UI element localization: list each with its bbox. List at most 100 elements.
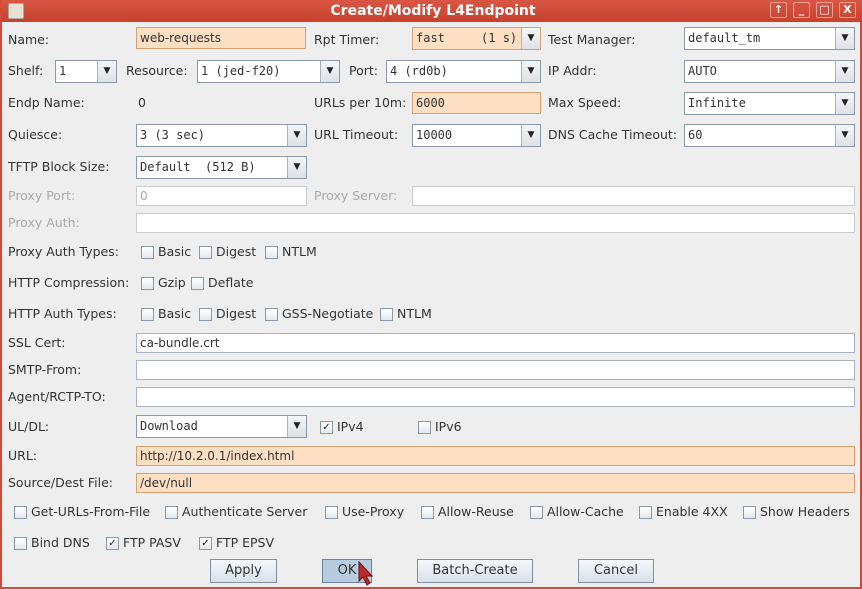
chevron-down-icon[interactable]: ▼ [835,93,854,114]
proxy-auth-ntlm-checkbox[interactable]: NTLM [265,243,317,261]
http-auth-ntlm-checkbox[interactable]: NTLM [380,305,432,323]
checkbox-icon [265,307,278,321]
check-icon: ✓ [106,536,119,550]
smtp-from-input[interactable] [136,360,855,380]
checkbox-label: Allow-Cache [547,504,624,519]
checkbox-label: Allow-Reuse [438,504,514,519]
chevron-down-icon[interactable]: ▼ [287,157,306,178]
proxy-auth-digest-checkbox[interactable]: Digest [199,243,256,261]
checkbox-label: Basic [158,244,192,259]
allow-reuse-checkbox[interactable]: Allow-Reuse [421,503,514,521]
proxy-auth-basic-checkbox[interactable]: Basic [141,243,191,261]
authenticate-server-checkbox[interactable]: Authenticate Server [165,503,307,521]
checkbox-icon [141,245,154,259]
proxy-auth-input[interactable] [136,213,855,233]
check-icon: ✓ [320,420,333,434]
chevron-down-icon[interactable]: ▼ [835,61,854,82]
ul-dl-value: Download [140,419,198,433]
tftp-block-size-select[interactable]: Default (512 B) ▼ [136,156,307,179]
checkbox-label: Digest [216,306,257,321]
checkbox-icon [639,505,652,519]
ip-addr-select[interactable]: AUTO ▼ [684,60,855,83]
http-auth-digest-checkbox[interactable]: Digest [199,305,256,323]
max-speed-select[interactable]: Infinite ▼ [684,92,855,115]
maximize-button[interactable]: □ [816,2,833,18]
ipv4-checkbox[interactable]: ✓ IPv4 [320,418,364,436]
chevron-down-icon[interactable]: ▼ [97,61,116,82]
checkbox-label: NTLM [397,306,432,321]
http-auth-basic-checkbox[interactable]: Basic [141,305,191,323]
resource-select[interactable]: 1 (jed-f20) ▼ [197,60,340,83]
urls-per-10m-input[interactable]: 6000 [412,92,541,114]
get-urls-from-file-checkbox[interactable]: Get-URLs-From-File [14,503,150,521]
mouse-cursor-icon [358,561,374,586]
allow-cache-checkbox[interactable]: Allow-Cache [530,503,624,521]
chevron-down-icon[interactable]: ▼ [521,125,540,146]
shelf-select[interactable]: 1 ▼ [55,60,117,83]
proxy-port-input[interactable]: 0 [136,186,307,206]
bind-dns-checkbox[interactable]: Bind DNS [14,534,90,552]
ftp-epsv-checkbox[interactable]: ✓ FTP EPSV [199,534,274,552]
show-headers-checkbox[interactable]: Show Headers [743,503,850,521]
checkbox-icon [141,276,154,290]
gzip-checkbox[interactable]: Gzip [141,274,186,292]
rpt-timer-select[interactable]: fast (1 s) ▼ [412,27,541,50]
checkbox-label: Authenticate Server [182,504,308,519]
keep-on-top-button[interactable]: ↑ [770,2,787,18]
apply-button[interactable]: Apply [210,559,277,583]
rpt-timer-label: Rpt Timer: [314,32,380,47]
tftp-block-size-label: TFTP Block Size: [8,159,110,174]
chevron-down-icon[interactable]: ▼ [835,28,854,49]
source-dest-file-input[interactable]: /dev/null [136,473,855,493]
checkbox-label: FTP PASV [123,535,181,550]
ip-addr-value: AUTO [688,64,717,78]
agent-rcpt-to-input[interactable] [136,387,855,407]
enable-4xx-checkbox[interactable]: Enable 4XX [639,503,728,521]
http-auth-gss-checkbox[interactable]: GSS-Negotiate [265,305,373,323]
checkbox-icon [418,420,431,434]
rpt-timer-value: fast (1 s) [416,31,518,45]
urls-per-10m-label: URLs per 10m: [314,95,407,110]
title-bar[interactable]: Create/Modify L4Endpoint ↑ _ □ X [2,0,862,22]
chevron-down-icon[interactable]: ▼ [521,28,540,49]
minimize-button[interactable]: _ [793,2,810,18]
quiesce-select[interactable]: 3 (3 sec) ▼ [136,124,307,147]
port-select[interactable]: 4 (rd0b) ▼ [386,60,541,83]
url-input[interactable]: http://10.2.0.1/index.html [136,446,855,466]
batch-create-button[interactable]: Batch-Create [417,559,533,583]
chevron-down-icon[interactable]: ▼ [320,61,339,82]
dns-cache-timeout-value: 60 [688,128,703,142]
url-timeout-label: URL Timeout: [314,127,399,142]
checkbox-label: Gzip [158,275,186,290]
checkbox-label: Basic [158,306,192,321]
dns-cache-timeout-select[interactable]: 60 ▼ [684,124,855,147]
source-dest-file-label: Source/Dest File: [8,475,113,490]
dns-cache-timeout-label: DNS Cache Timeout: [548,127,678,142]
checkbox-label: Digest [216,244,257,259]
ipv6-checkbox[interactable]: IPv6 [418,418,462,436]
url-timeout-select[interactable]: 10000 ▼ [412,124,541,147]
proxy-server-input[interactable] [412,186,855,206]
chevron-down-icon[interactable]: ▼ [287,125,306,146]
name-input[interactable]: web-requests [136,27,306,49]
ssl-cert-input[interactable]: ca-bundle.crt [136,333,855,353]
test-manager-select[interactable]: default_tm ▼ [684,27,855,50]
chevron-down-icon[interactable]: ▼ [521,61,540,82]
ul-dl-select[interactable]: Download ▼ [136,415,307,438]
proxy-auth-label: Proxy Auth: [8,215,80,230]
use-proxy-checkbox[interactable]: Use-Proxy [325,503,404,521]
chevron-down-icon[interactable]: ▼ [835,125,854,146]
checkbox-label: Show Headers [760,504,850,519]
close-button[interactable]: X [839,2,856,18]
deflate-checkbox[interactable]: Deflate [191,274,253,292]
chevron-down-icon[interactable]: ▼ [287,416,306,437]
ftp-pasv-checkbox[interactable]: ✓ FTP PASV [106,534,181,552]
checkbox-label: Use-Proxy [342,504,405,519]
checkbox-icon [325,505,338,519]
url-label: URL: [8,448,38,463]
cancel-button[interactable]: Cancel [578,559,654,583]
resource-label: Resource: [126,63,188,78]
checkbox-icon [165,505,178,519]
proxy-server-label: Proxy Server: [314,188,398,203]
checkbox-label: IPv4 [337,419,364,434]
